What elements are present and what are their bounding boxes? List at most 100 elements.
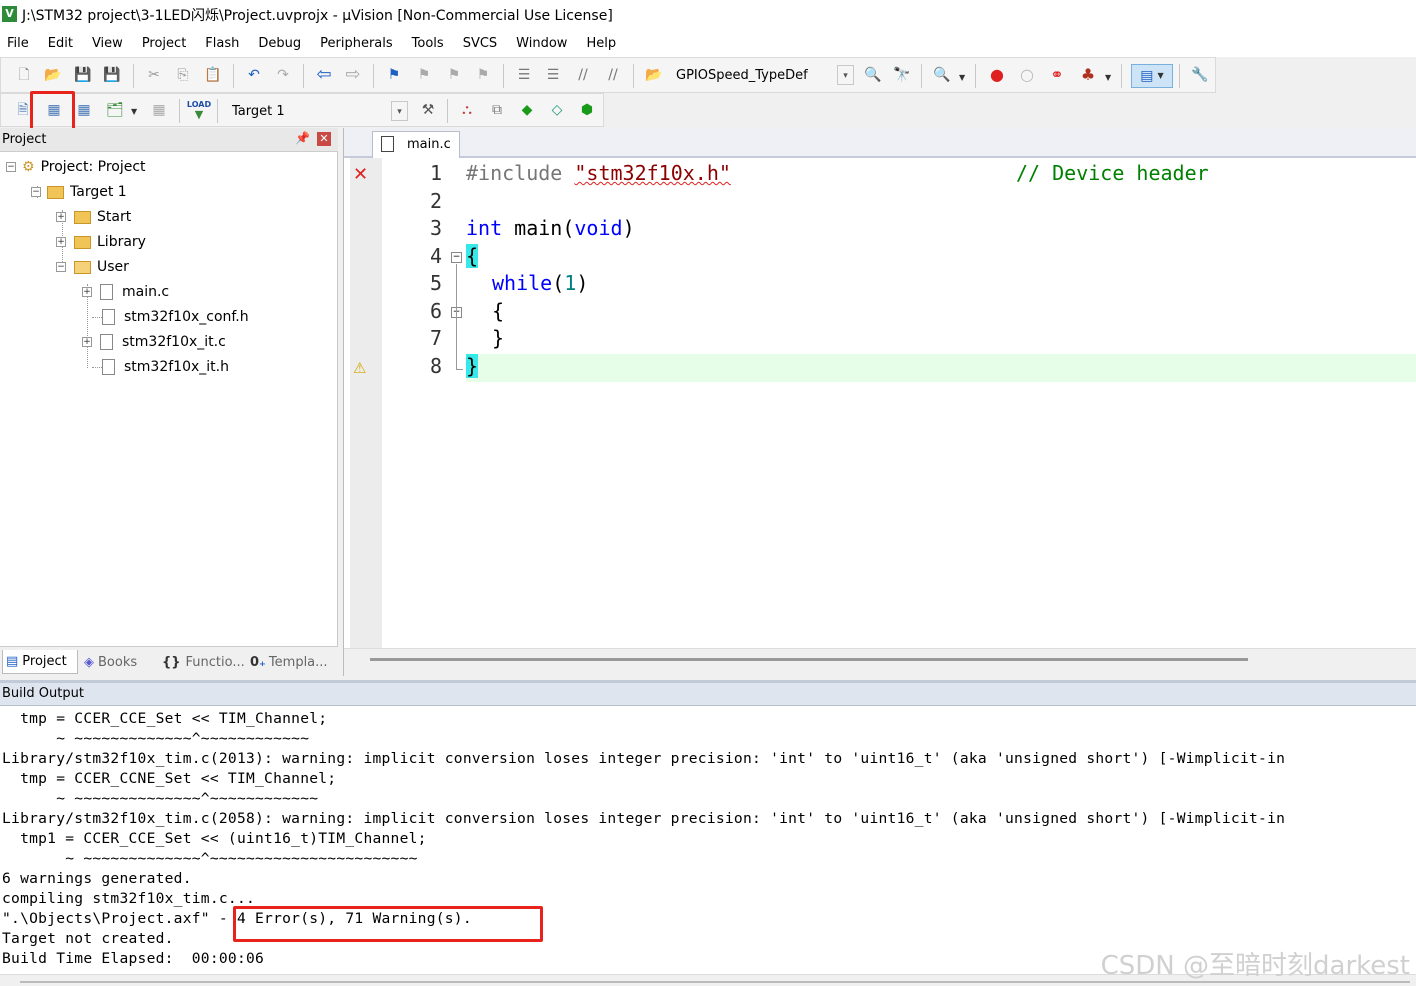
tab-project[interactable]: ▤ Project <box>2 650 78 674</box>
pin-icon[interactable]: 📌 <box>295 131 310 145</box>
find-icon[interactable]: 🔍 <box>863 65 883 85</box>
redo-icon[interactable]: ↷ <box>273 65 293 85</box>
menu-view[interactable]: View <box>92 36 123 51</box>
tree-group-user[interactable]: − User <box>56 256 129 278</box>
error-marker-icon[interactable]: ✕ <box>353 164 368 185</box>
manage-rte-icon[interactable]: ◆ <box>517 100 537 120</box>
tree-file-main-c[interactable]: + main.c <box>82 281 169 303</box>
manage-project-items-icon[interactable]: ⛬ <box>457 100 477 120</box>
build-output-panel[interactable]: tmp = CCER_CCE_Set << TIM_Channel; ~ ~~~… <box>0 706 1416 974</box>
menu-flash[interactable]: Flash <box>205 36 239 51</box>
code-line-6[interactable]: { <box>492 299 504 323</box>
chevron-down-icon[interactable]: ▼ <box>959 73 965 82</box>
clear-bookmarks-icon[interactable]: ⚑ <box>473 65 493 85</box>
collapse-icon[interactable]: − <box>56 262 66 272</box>
tab-functions[interactable]: {} Functio... <box>162 650 246 674</box>
save-all-icon[interactable]: 💾 <box>102 65 122 85</box>
tree-file-conf-h[interactable]: stm32f10x_conf.h <box>102 306 249 328</box>
tree-file-it-h[interactable]: stm32f10x_it.h <box>102 356 229 378</box>
expand-icon[interactable]: + <box>82 337 92 347</box>
tab-templates[interactable]: 0₊ Templa... <box>250 650 336 674</box>
expand-icon[interactable]: + <box>56 237 66 247</box>
code-line-4[interactable]: { <box>466 244 479 268</box>
warning-marker-icon[interactable]: ⚠ <box>353 359 366 377</box>
tree-file-label: stm32f10x_it.h <box>124 359 229 375</box>
tree-group-library[interactable]: + Library <box>56 231 146 253</box>
menu-debug[interactable]: Debug <box>258 36 301 51</box>
horizontal-scrollbar[interactable] <box>370 658 1248 661</box>
menu-edit[interactable]: Edit <box>48 36 73 51</box>
next-bookmark-icon[interactable]: ⚑ <box>444 65 464 85</box>
menu-svcs[interactable]: SVCS <box>463 36 497 51</box>
chevron-down-icon[interactable]: ▼ <box>1105 73 1111 82</box>
collapse-icon[interactable]: − <box>6 162 16 172</box>
previous-bookmark-icon[interactable]: ⚑ <box>414 65 434 85</box>
window-layout-icon[interactable]: ▤ ▼ <box>1131 64 1173 88</box>
marker-margin <box>350 158 382 648</box>
chevron-down-icon[interactable]: ▼ <box>131 107 137 116</box>
folder-icon <box>74 235 91 249</box>
chevron-down-icon[interactable]: ▾ <box>391 101 408 121</box>
pack-installer-icon[interactable]: ◇ <box>547 100 567 120</box>
tree-target[interactable]: − Target 1 <box>31 181 127 203</box>
open-folder-icon[interactable]: 📂 <box>43 65 63 85</box>
uvision-logo-icon: V <box>2 6 17 22</box>
menu-file[interactable]: File <box>7 36 29 51</box>
copy-icon[interactable]: ⎘ <box>173 65 193 85</box>
find-in-files-icon[interactable]: 📂 <box>644 65 664 85</box>
tree-root-project[interactable]: − ⚙ Project: Project <box>6 156 146 178</box>
comment-icon[interactable]: // <box>573 65 593 85</box>
code-token: ) <box>622 216 635 240</box>
code-line-3[interactable]: int main(void) <box>466 216 635 240</box>
code-line-7[interactable]: } <box>492 326 504 350</box>
tab-main-c[interactable]: main.c <box>372 131 460 158</box>
configure-wrench-icon[interactable]: 🔧 <box>1190 65 1210 85</box>
target-select[interactable]: Target 1 ▾ <box>223 100 409 122</box>
indent-icon[interactable]: ☰ <box>514 65 534 85</box>
menu-peripherals[interactable]: Peripherals <box>320 36 393 51</box>
menu-window[interactable]: Window <box>516 36 567 51</box>
insert-bookmark-icon[interactable]: ⚑ <box>384 65 404 85</box>
debug-session-icon[interactable]: 🔍 <box>932 65 952 85</box>
undo-icon[interactable]: ↶ <box>244 65 264 85</box>
enable-breakpoint-icon[interactable]: ○ <box>1017 65 1037 85</box>
disable-breakpoints-icon[interactable]: ⚭ <box>1047 65 1067 85</box>
code-line-8[interactable]: } <box>466 354 479 378</box>
tree-line <box>92 367 102 368</box>
build-output-title: Build Output <box>2 686 84 701</box>
menu-help[interactable]: Help <box>586 36 616 51</box>
menu-tools[interactable]: Tools <box>412 36 444 51</box>
tab-books[interactable]: ◈ Books <box>84 650 154 674</box>
navigate-back-icon[interactable]: ⇦ <box>314 65 334 85</box>
tree-group-start[interactable]: + Start <box>56 206 131 228</box>
code-line-5[interactable]: while(1) <box>492 271 588 295</box>
find-combo[interactable]: GPIOSpeed_TypeDef ▾ <box>669 64 855 86</box>
chevron-down-icon[interactable]: ▾ <box>837 65 854 85</box>
navigate-forward-icon[interactable]: ⇨ <box>343 65 363 85</box>
batch-build-icon[interactable]: 🗂 <box>105 100 125 120</box>
kill-breakpoints-icon[interactable]: ♣ <box>1078 65 1098 85</box>
save-icon[interactable]: 💾 <box>73 65 93 85</box>
insert-breakpoint-icon[interactable]: ● <box>987 65 1007 85</box>
code-line-1[interactable]: #include "stm32f10x.h" <box>466 161 731 185</box>
cut-icon[interactable]: ✂ <box>144 65 164 85</box>
new-file-icon[interactable]: 🗋 <box>14 65 34 85</box>
stop-build-icon[interactable]: ▦ <box>149 100 169 120</box>
target-options-icon[interactable]: ⚒ <box>418 100 438 120</box>
download-load-icon[interactable]: LOAD ▼ <box>187 100 211 120</box>
code-token: #include <box>466 161 563 185</box>
tree-file-it-c[interactable]: + stm32f10x_it.c <box>82 331 226 353</box>
paste-icon[interactable]: 📋 <box>203 65 223 85</box>
unindent-icon[interactable]: ☰ <box>543 65 563 85</box>
expand-icon[interactable]: + <box>56 212 66 222</box>
fold-collapse-icon[interactable]: − <box>451 252 462 263</box>
expand-icon[interactable]: + <box>82 287 92 297</box>
collapse-icon[interactable]: − <box>31 187 41 197</box>
select-packs-icon[interactable]: ⧉ <box>487 100 507 120</box>
run-time-environment-icon[interactable]: ⬢ <box>577 100 597 120</box>
close-icon[interactable]: ✕ <box>317 132 331 146</box>
uncomment-icon[interactable]: // <box>603 65 623 85</box>
rebuild-icon[interactable]: ▦ <box>74 100 94 120</box>
incremental-find-icon[interactable]: 🔭 <box>892 65 912 85</box>
menu-project[interactable]: Project <box>142 36 186 51</box>
